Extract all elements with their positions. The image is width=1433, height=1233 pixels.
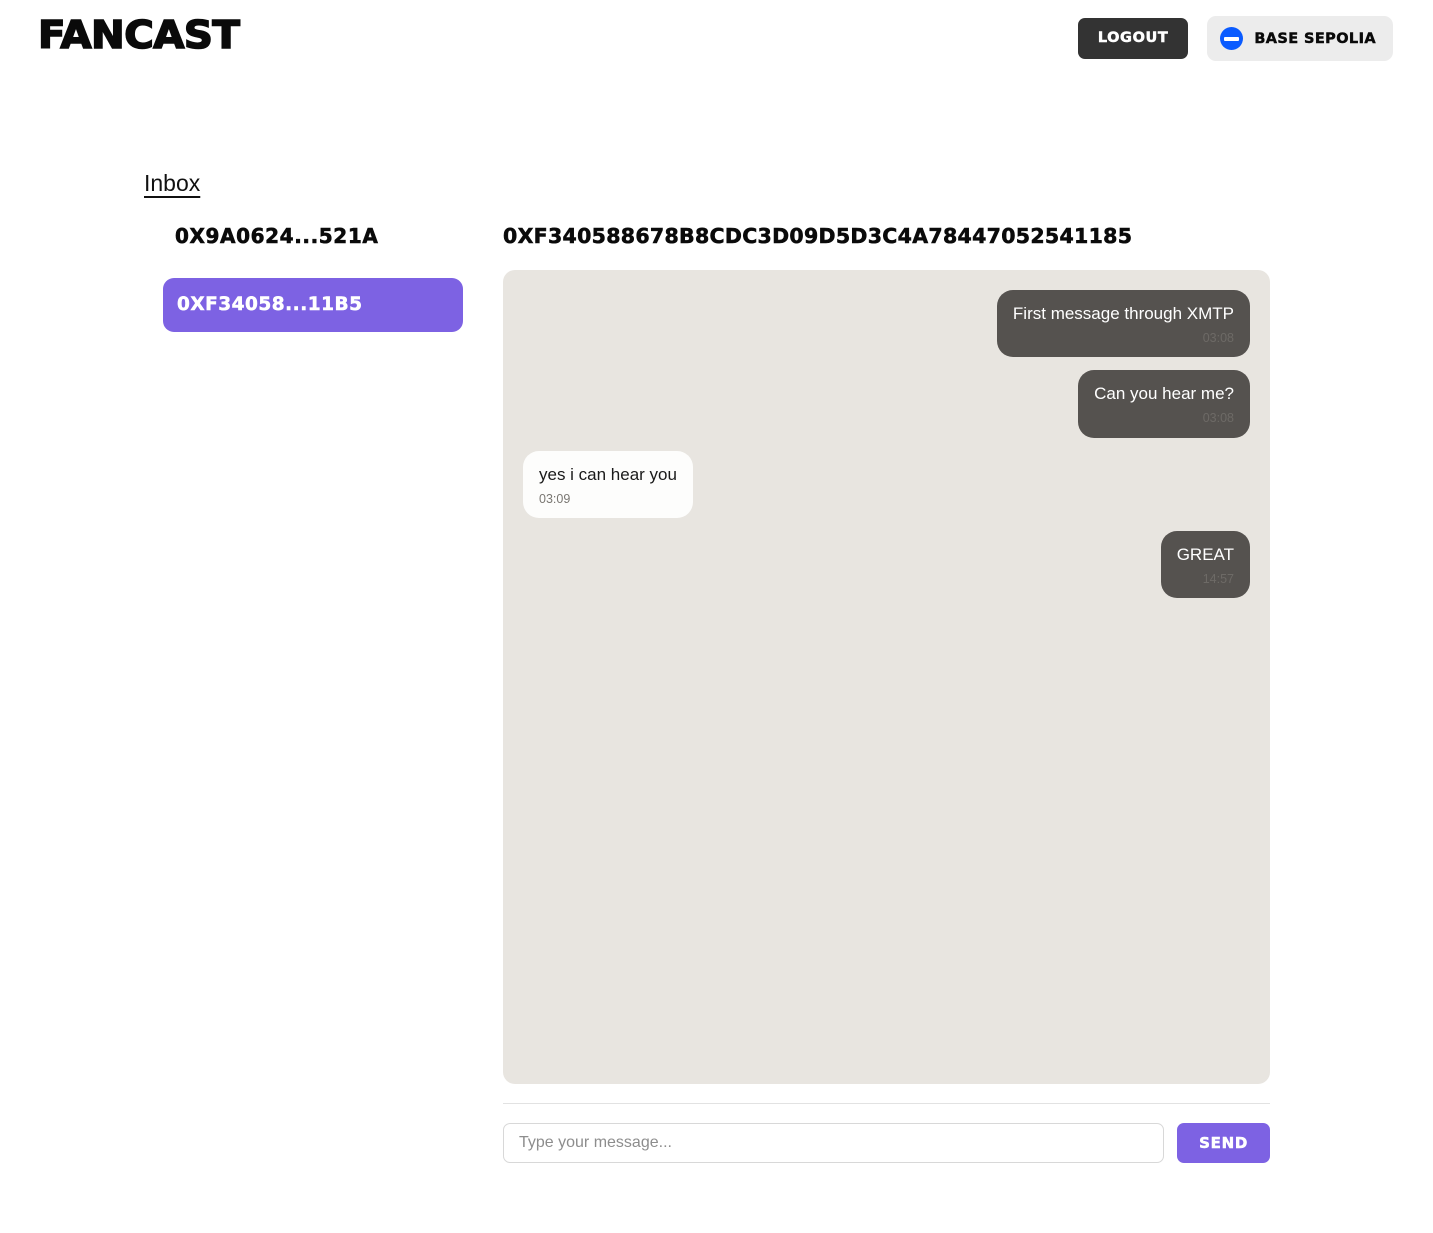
inbox-link[interactable]: Inbox [144, 170, 200, 197]
message-row: yes i can hear you 03:09 [523, 450, 1250, 519]
message-timestamp: 03:08 [1202, 331, 1234, 346]
top-bar: FANCAST LOGOUT BASE SEPOLIA [0, 0, 1433, 74]
message-bubble: Can you hear me? 03:08 [1078, 370, 1250, 438]
message-text: yes i can hear you [539, 464, 677, 484]
message-timestamp: 03:08 [1202, 411, 1234, 426]
top-bar-actions: LOGOUT BASE SEPOLIA [1077, 16, 1393, 61]
wallet-address: 0X9A0624...521A [175, 224, 379, 249]
base-logo-icon [1220, 27, 1244, 50]
conversation-list: 0XF34058...11B5 [163, 278, 463, 332]
send-button[interactable]: SEND [1177, 1123, 1270, 1163]
network-label: BASE SEPOLIA [1254, 30, 1376, 47]
conversation-sidebar: 0X9A0624...521A 0XF34058...11B5 [163, 224, 463, 332]
message-input[interactable] [503, 1123, 1165, 1163]
message-bubble: yes i can hear you 03:09 [523, 450, 693, 519]
message-list[interactable]: First message through XMTP 03:08 Can you h… [503, 270, 1270, 1084]
conversation-item[interactable]: 0XF34058...11B5 [163, 278, 463, 332]
message-row: First message through XMTP 03:08 [523, 290, 1250, 358]
logout-button[interactable]: LOGOUT [1077, 18, 1189, 59]
message-text: Can you hear me? [1094, 384, 1234, 404]
chat-panel: 0XF340588678B8CDC3D09D5D3C4A784470525411… [503, 224, 1270, 1163]
message-row: GREAT 14:57 [523, 531, 1250, 599]
message-timestamp: 14:57 [1202, 572, 1234, 587]
app-logo: FANCAST [37, 12, 241, 58]
network-selector[interactable]: BASE SEPOLIA [1207, 16, 1393, 61]
message-text: First message through XMTP [1012, 304, 1234, 323]
message-bubble: First message through XMTP 03:08 [996, 290, 1250, 358]
message-row: Can you hear me? 03:08 [523, 370, 1250, 438]
message-timestamp: 03:09 [539, 491, 571, 506]
message-composer: SEND [503, 1104, 1270, 1163]
chat-peer-address: 0XF340588678B8CDC3D09D5D3C4A784470525411… [503, 224, 1133, 249]
message-text: GREAT [1176, 545, 1234, 565]
message-bubble: GREAT 14:57 [1160, 531, 1250, 599]
